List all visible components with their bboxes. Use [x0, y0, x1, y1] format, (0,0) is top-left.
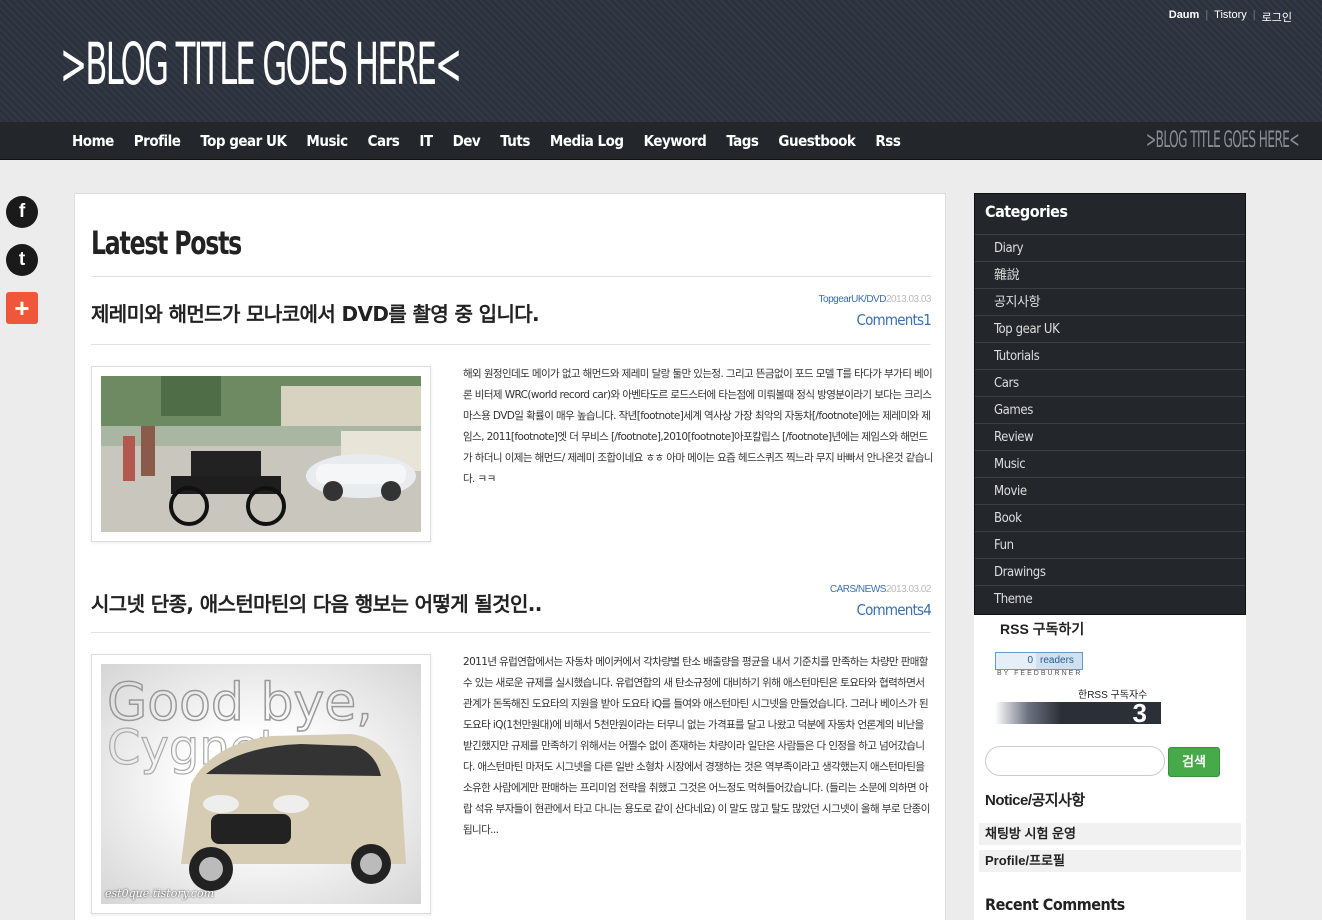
nav-item-guestbook[interactable]: Guestbook: [768, 122, 865, 160]
facebook-icon[interactable]: f: [6, 196, 38, 228]
notice-item[interactable]: Profile/프로필: [979, 850, 1241, 872]
share-plus-icon[interactable]: +: [6, 292, 38, 324]
nav-item-profile[interactable]: Profile: [124, 122, 191, 160]
sidebar: Categories Diary 雜說 공지사항 Top gear UK Tut…: [974, 193, 1246, 920]
category-item[interactable]: Diary: [975, 234, 1245, 261]
twitter-icon[interactable]: t: [6, 244, 38, 276]
car-street-image: [101, 376, 421, 532]
post-meta: TopgearUK/DVD2013.03.03 Comments1: [819, 294, 932, 329]
nav-item-top-gear-uk[interactable]: Top gear UK: [190, 122, 296, 160]
category-item[interactable]: 雜說: [975, 261, 1245, 288]
feedburner-counter[interactable]: 0 readers: [995, 652, 1083, 670]
post-date: 2013.03.02: [885, 584, 932, 595]
nav-item-rss[interactable]: Rss: [865, 122, 910, 160]
nav-item-tags[interactable]: Tags: [716, 122, 768, 160]
post-excerpt: 해외 원정인데도 메이가 없고 해먼드와 제레미 달랑 둘만 있는정. 그리고 …: [463, 368, 933, 485]
cygnet-image: Good bye, Cygnet: [106, 672, 406, 891]
notice-item[interactable]: 채팅방 시험 운영: [979, 823, 1241, 845]
category-item[interactable]: 공지사항: [975, 288, 1245, 315]
feedburner-count: 0: [996, 653, 1036, 669]
nav-item-home[interactable]: Home: [62, 122, 124, 160]
nav-item-tuts[interactable]: Tuts: [490, 122, 540, 160]
social-share-bar: f t +: [6, 196, 38, 340]
rss-subscribe-label[interactable]: RSS 구독하기: [1000, 619, 1084, 639]
post-title[interactable]: 제레미와 해먼드가 모나코에서 DVD를 촬영 중 입니다.: [91, 298, 540, 327]
post-thumbnail[interactable]: [91, 366, 431, 542]
category-item[interactable]: Games: [975, 396, 1245, 423]
category-item[interactable]: Top gear UK: [975, 315, 1245, 342]
blog-header: >BLOG TITLE GOES HERE< Daum | Tistory | …: [0, 0, 1322, 122]
comments-link[interactable]: Comments4: [830, 601, 931, 619]
main-nav: Home Profile Top gear UK Music Cars IT D…: [0, 122, 1322, 160]
category-item[interactable]: Movie: [975, 477, 1245, 504]
nav-item-dev[interactable]: Dev: [443, 122, 491, 160]
login-link[interactable]: 로그인: [1256, 9, 1298, 25]
post-image: Good bye, Cygnet est0que.tistory.com: [101, 664, 421, 904]
category-item[interactable]: Drawings: [975, 558, 1245, 585]
categories-list: Diary 雜說 공지사항 Top gear UK Tutorials Cars…: [975, 234, 1245, 612]
page-title: Latest Posts: [91, 224, 242, 262]
post-category[interactable]: CARS/NEWS: [830, 584, 887, 595]
categories-title: Categories: [985, 202, 1068, 221]
comments-link[interactable]: Comments1: [819, 311, 931, 329]
nav-logo[interactable]: >BLOG TITLE GOES HERE<: [1146, 128, 1300, 153]
category-item[interactable]: Review: [975, 423, 1245, 450]
subscriber-count: 3: [1132, 698, 1147, 728]
category-item[interactable]: Tutorials: [975, 342, 1245, 369]
top-links: Daum | Tistory | 로그인: [1163, 9, 1298, 25]
divider: [91, 344, 931, 345]
post-image: [101, 376, 421, 532]
search-input[interactable]: [985, 746, 1165, 776]
subscriber-counter[interactable]: 3: [995, 698, 1161, 728]
post-category[interactable]: TopgearUK/DVD: [819, 294, 887, 305]
tistory-link[interactable]: Tistory: [1208, 9, 1253, 25]
nav-item-it[interactable]: IT: [409, 122, 442, 160]
main-content: Latest Posts 제레미와 해먼드가 모나코에서 DVD를 촬영 중 입…: [74, 193, 946, 920]
blog-title[interactable]: >BLOG TITLE GOES HERE<: [60, 30, 462, 98]
recent-comments-title: Recent Comments: [985, 895, 1125, 914]
post-thumbnail[interactable]: Good bye, Cygnet est0que.tistory.com: [91, 654, 431, 914]
feedburner-by: BY FEEDBURNER: [997, 670, 1083, 677]
nav-menu: Home Profile Top gear UK Music Cars IT D…: [62, 122, 910, 160]
image-credit: est0que.tistory.com: [105, 887, 215, 900]
category-item[interactable]: Cars: [975, 369, 1245, 396]
nav-item-music[interactable]: Music: [296, 122, 357, 160]
nav-item-keyword[interactable]: Keyword: [634, 122, 717, 160]
category-item[interactable]: Music: [975, 450, 1245, 477]
divider: [91, 276, 931, 277]
category-item[interactable]: Theme: [975, 585, 1245, 612]
post-meta: CARS/NEWS2013.03.02 Comments4: [830, 584, 932, 619]
post-date: 2013.03.03: [885, 294, 932, 305]
category-item[interactable]: Book: [975, 504, 1245, 531]
post-title[interactable]: 시그넷 단종, 애스턴마틴의 다음 행보는 어떻게 될것인..: [91, 588, 542, 617]
daum-link[interactable]: Daum: [1163, 9, 1206, 25]
search-button[interactable]: 검색: [1168, 747, 1220, 777]
category-item[interactable]: Fun: [975, 531, 1245, 558]
nav-item-cars[interactable]: Cars: [358, 122, 410, 160]
divider: [91, 632, 931, 633]
categories-box: Categories Diary 雜說 공지사항 Top gear UK Tut…: [974, 193, 1246, 615]
notice-title: Notice/공지사항: [985, 792, 1085, 809]
post-excerpt: 2011년 유럽연합에서는 자동차 메이커에서 각차량별 탄소 배출량을 평균을…: [463, 656, 930, 836]
nav-item-media-log[interactable]: Media Log: [540, 122, 634, 160]
feedburner-unit: readers: [1040, 655, 1074, 666]
